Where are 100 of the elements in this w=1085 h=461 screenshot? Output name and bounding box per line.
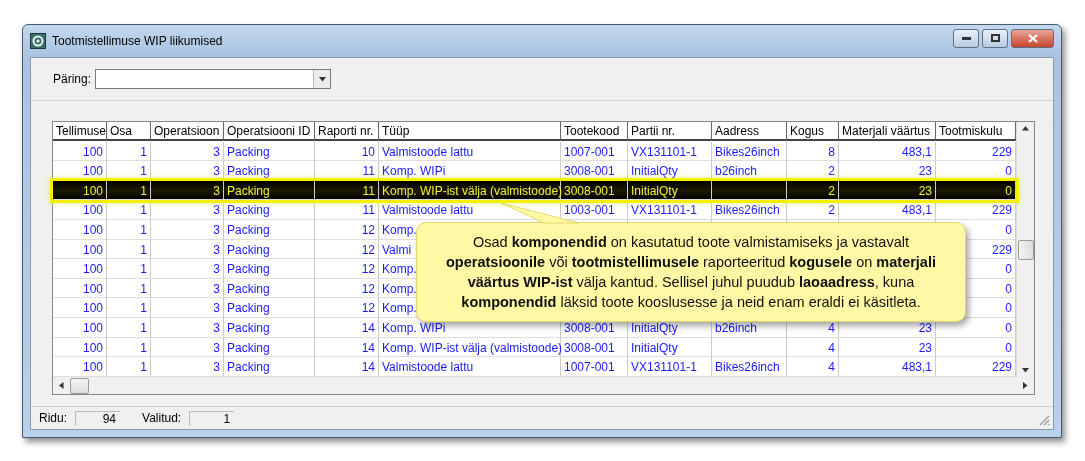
scroll-right-icon <box>1023 381 1028 389</box>
column-header[interactable]: Kogus <box>787 122 839 141</box>
table-cell: 100 <box>53 239 107 260</box>
table-cell: 100 <box>53 317 107 338</box>
status-value: 94 <box>75 410 120 426</box>
table-cell: 0 <box>936 180 1016 201</box>
table-cell: 3008-001 <box>561 180 628 201</box>
table-cell: Packing <box>224 317 315 338</box>
table-cell: InitialQty <box>628 337 712 358</box>
query-dropdown[interactable] <box>95 69 332 89</box>
table-cell: 4 <box>787 357 839 377</box>
table-cell: 100 <box>53 141 107 162</box>
table-cell: 1 <box>107 337 151 358</box>
table-cell: 100 <box>53 180 107 201</box>
table-cell: 14 <box>315 357 379 377</box>
table-cell: 100 <box>53 219 107 240</box>
minimize-icon <box>961 36 971 40</box>
table-cell: 11 <box>315 200 379 220</box>
table-cell: 3008-001 <box>561 337 628 358</box>
table-cell: 3 <box>151 239 224 260</box>
table-cell: 100 <box>53 259 107 279</box>
table-cell: 1 <box>107 357 151 377</box>
table-cell: Packing <box>224 357 315 377</box>
close-button[interactable] <box>1011 28 1054 48</box>
table-cell: VX131101-1 <box>628 200 712 220</box>
column-header[interactable]: Operatsiooni ID <box>224 122 315 141</box>
column-header[interactable]: Osa <box>107 122 151 141</box>
table-cell: 11 <box>315 180 379 201</box>
table-cell: 3 <box>151 337 224 358</box>
table-cell: 2 <box>787 200 839 220</box>
column-header[interactable]: Partii nr. <box>628 122 712 141</box>
column-header[interactable]: Operatsioon <box>151 122 224 141</box>
column-header[interactable]: Tüüp <box>379 122 561 141</box>
table-cell: Bikes26inch <box>712 357 787 377</box>
table-cell: Packing <box>224 278 315 299</box>
scroll-left-icon <box>59 381 64 389</box>
column-header[interactable]: Tootmiskulu <box>936 122 1016 141</box>
table-cell: Packing <box>224 337 315 358</box>
table-cell: 1 <box>107 200 151 220</box>
table-cell: 3 <box>151 317 224 338</box>
table-cell: 1 <box>107 259 151 279</box>
table-cell: 12 <box>315 298 379 318</box>
table-cell: 483,1 <box>839 141 936 162</box>
table-cell: VX131101-1 <box>628 141 712 162</box>
table-cell: 23 <box>839 180 936 201</box>
resize-grip-icon <box>1039 415 1050 426</box>
table-cell: 4 <box>787 337 839 358</box>
minimize-button[interactable] <box>953 28 979 48</box>
table-cell: 12 <box>315 219 379 240</box>
table-cell: 100 <box>53 337 107 358</box>
table-cell: Bikes26inch <box>712 200 787 220</box>
table-cell: 10 <box>315 141 379 162</box>
column-header[interactable]: Aadress <box>712 122 787 141</box>
table-cell: 12 <box>315 278 379 299</box>
table-cell: 3 <box>151 298 224 318</box>
table-cell: Valmistoode lattu <box>379 141 561 162</box>
window-title: Tootmistellimuse WIP liikumised <box>52 34 224 48</box>
table-cell: 23 <box>839 337 936 358</box>
column-header[interactable]: Materjali väärtus <box>839 122 936 141</box>
table-cell: 3 <box>151 259 224 279</box>
query-label: Päring: <box>53 72 92 86</box>
table-cell: 1 <box>107 298 151 318</box>
maximize-button[interactable] <box>982 28 1008 48</box>
scroll-thumb[interactable] <box>70 377 89 394</box>
table-cell: 1 <box>107 239 151 260</box>
table-cell: Komp. WIP-ist välja (valmistoode) <box>379 337 561 358</box>
table-cell: Packing <box>224 180 315 201</box>
table-cell: 483,1 <box>839 357 936 377</box>
table-cell: Packing <box>224 200 315 220</box>
table-cell: Packing <box>224 219 315 240</box>
column-header[interactable]: Tellimuse <box>53 122 107 141</box>
table-cell: 100 <box>53 298 107 318</box>
table-cell: Packing <box>224 259 315 279</box>
status-value: 1 <box>189 410 235 426</box>
vertical-scrollbar[interactable] <box>1016 122 1034 377</box>
table-cell: 14 <box>315 317 379 338</box>
scroll-thumb[interactable] <box>1018 240 1034 260</box>
table-cell: 483,1 <box>839 200 936 220</box>
table-cell: 3 <box>151 180 224 201</box>
table-cell: 3 <box>151 278 224 299</box>
table-cell: 1007-001 <box>561 357 628 377</box>
table-cell: 12 <box>315 259 379 279</box>
status-label: Valitud: <box>142 411 182 425</box>
table-cell: 1 <box>107 141 151 162</box>
scroll-up-icon <box>1022 126 1029 131</box>
column-header[interactable]: Raporti nr. <box>315 122 379 141</box>
table-cell: 3 <box>151 357 224 377</box>
table-cell: Packing <box>224 239 315 260</box>
table-cell: 100 <box>53 357 107 377</box>
table-cell: Bikes26inch <box>712 141 787 162</box>
dropdown-caret-icon <box>318 76 326 82</box>
status-label: Ridu: <box>39 411 67 425</box>
table-cell: 1 <box>107 317 151 338</box>
table-cell: 1007-001 <box>561 141 628 162</box>
column-header[interactable]: Tootekood <box>561 122 628 141</box>
table-cell: 3 <box>151 200 224 220</box>
table-cell: Packing <box>224 141 315 162</box>
table-cell: 1 <box>107 278 151 299</box>
app-icon <box>30 33 46 49</box>
table-cell: Valmistoode lattu <box>379 357 561 377</box>
